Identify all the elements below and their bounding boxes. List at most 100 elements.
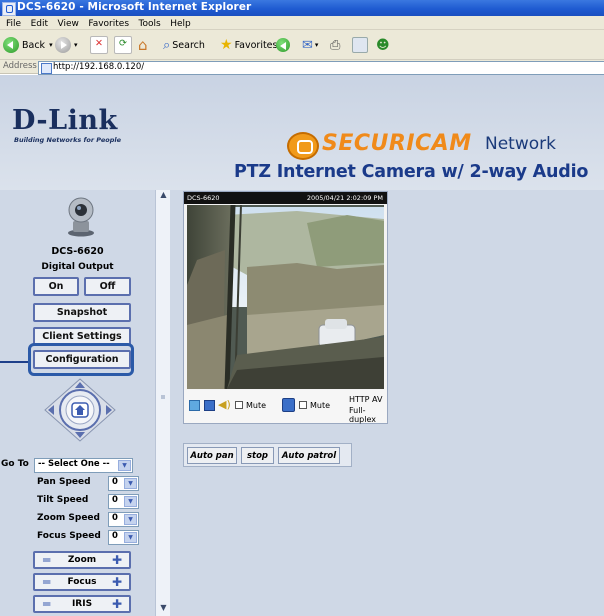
window-title-bar: DCS-6620 - Microsoft Internet Explorer xyxy=(0,0,604,16)
video-overlay-bar: DCS-6620 2005/04/21 2:02:09 PM xyxy=(184,192,387,204)
video-control-bar: ◀) Mute Mute HTTP AV Full-duplex xyxy=(184,390,387,424)
mute-microphone-checkbox[interactable] xyxy=(299,401,307,409)
history-button[interactable] xyxy=(276,36,293,54)
home-icon: ⌂ xyxy=(138,36,148,54)
protocol-label: HTTP xyxy=(349,395,370,404)
pan-speed-row: Pan Speed 0 ▼ xyxy=(0,475,155,491)
favorites-button[interactable]: ★ Favorites xyxy=(220,36,277,54)
scroll-down-arrow-icon[interactable]: ▼ xyxy=(158,603,169,614)
mute-speaker-checkbox[interactable] xyxy=(235,401,243,409)
menu-bar: File Edit View Favorites Tools Help xyxy=(0,16,604,30)
stop-x-icon: ✕ xyxy=(90,36,108,54)
star-icon: ★ xyxy=(220,37,233,53)
digital-output-label: Digital Output xyxy=(41,262,114,272)
chevron-down-icon: ▼ xyxy=(118,460,131,471)
menu-file[interactable]: File xyxy=(6,19,21,29)
iris-open-icon[interactable]: ✚ xyxy=(112,597,122,611)
snapshot-view-icon[interactable] xyxy=(204,400,215,411)
focus-far-icon[interactable]: ✚ xyxy=(112,575,122,589)
address-input[interactable]: http://192.168.0.120/ xyxy=(38,61,604,75)
forward-arrow-icon xyxy=(55,37,71,53)
chevron-down-icon: ▼ xyxy=(124,478,137,489)
page-icon xyxy=(41,63,52,74)
edit-button[interactable] xyxy=(352,36,368,54)
mode-label: AV xyxy=(372,395,383,404)
print-button[interactable]: ⎙ xyxy=(330,36,340,54)
microphone-icon[interactable] xyxy=(282,398,295,412)
stop-patrol-button[interactable]: stop xyxy=(241,447,274,464)
mute-microphone-label: Mute xyxy=(310,401,331,410)
home-position-icon[interactable] xyxy=(71,402,89,418)
speaker-icon: ◀) xyxy=(218,398,231,411)
focus-speed-select[interactable]: 0 ▼ xyxy=(108,530,139,545)
chevron-down-icon: ▼ xyxy=(124,496,137,507)
menu-tools[interactable]: Tools xyxy=(139,19,161,29)
goto-row: Go To -- Select One -- ▼ xyxy=(0,457,155,473)
tilt-speed-row: Tilt Speed 0 ▼ xyxy=(0,493,155,509)
ptz-direction-pad[interactable] xyxy=(44,378,116,442)
back-button[interactable]: Back ▾ xyxy=(3,36,53,54)
menu-favorites[interactable]: Favorites xyxy=(88,19,129,29)
goto-label: Go To xyxy=(1,459,29,469)
scroll-grip xyxy=(161,395,165,399)
output-off-button[interactable]: Off xyxy=(84,277,131,296)
configuration-button[interactable]: Configuration xyxy=(33,350,131,369)
dlink-logo: D-Link xyxy=(12,105,118,136)
address-bar: Address http://192.168.0.120/ xyxy=(0,60,604,75)
browser-toolbar: Back ▾ ▾ ✕ ⟳ ⌂ ⌕ Search ★ Favorites ✉ ▾ … xyxy=(0,30,604,60)
zoom-view-icon[interactable] xyxy=(189,400,200,411)
product-title: PTZ Internet Camera w/ 2-way Audio xyxy=(234,162,589,182)
video-camera-name: DCS-6620 xyxy=(187,194,220,202)
back-arrow-icon xyxy=(3,37,19,53)
messenger-button[interactable]: ☻ xyxy=(376,36,390,54)
menu-help[interactable]: Help xyxy=(170,19,191,29)
tilt-speed-select[interactable]: 0 ▼ xyxy=(108,494,139,509)
panel-scrollbar[interactable]: ▲ ▼ xyxy=(155,190,170,616)
mute-speaker-label: Mute xyxy=(246,401,267,410)
search-icon: ⌕ xyxy=(163,37,171,53)
output-on-button[interactable]: On xyxy=(33,277,79,296)
address-label: Address xyxy=(3,61,37,71)
stop-button[interactable]: ✕ xyxy=(90,36,108,54)
goto-preset-select[interactable]: -- Select One -- ▼ xyxy=(34,458,133,473)
chevron-down-icon: ▼ xyxy=(124,514,137,525)
menu-view[interactable]: View xyxy=(58,19,79,29)
history-icon xyxy=(276,38,290,52)
forward-button[interactable]: ▾ xyxy=(55,36,78,54)
snapshot-button[interactable]: Snapshot xyxy=(33,303,131,322)
securicam-network-text: Network xyxy=(485,134,556,154)
mail-icon: ✉ xyxy=(302,37,313,53)
auto-patrol-button[interactable]: Auto patrol xyxy=(278,447,340,464)
duplex-label: Full-duplex xyxy=(349,406,376,424)
messenger-icon: ☻ xyxy=(376,37,390,53)
zoom-in-icon[interactable]: ✚ xyxy=(112,553,122,567)
auto-pan-button[interactable]: Auto pan xyxy=(187,447,237,464)
ie-icon xyxy=(2,2,16,16)
patrol-toolbar: Auto pan stop Auto patrol xyxy=(183,443,352,467)
camera-model-label: DCS-6620 xyxy=(51,246,104,257)
home-button[interactable]: ⌂ xyxy=(138,36,148,54)
menu-edit[interactable]: Edit xyxy=(31,19,48,29)
zoom-control: ═ Zoom ✚ xyxy=(33,551,131,569)
iris-control: ═ IRIS ✚ xyxy=(33,595,131,613)
refresh-icon: ⟳ xyxy=(114,36,132,54)
focus-control: ═ Focus ✚ xyxy=(33,573,131,591)
chevron-down-icon: ▼ xyxy=(124,532,137,543)
search-button[interactable]: ⌕ Search xyxy=(163,36,205,54)
edit-icon xyxy=(352,37,368,53)
camera-icon xyxy=(68,197,94,237)
window-title: DCS-6620 - Microsoft Internet Explorer xyxy=(17,1,252,13)
refresh-button[interactable]: ⟳ xyxy=(114,36,132,54)
scroll-up-arrow-icon[interactable]: ▲ xyxy=(158,190,169,201)
print-icon: ⎙ xyxy=(330,37,341,53)
securicam-lock-icon xyxy=(287,132,319,160)
pan-speed-select[interactable]: 0 ▼ xyxy=(108,476,139,491)
focus-speed-row: Focus Speed 0 ▼ xyxy=(0,529,155,545)
mail-button[interactable]: ✉ ▾ xyxy=(302,36,318,54)
video-timestamp: 2005/04/21 2:02:09 PM xyxy=(306,194,383,202)
address-url: http://192.168.0.120/ xyxy=(53,62,145,72)
callout-line xyxy=(0,361,28,363)
securicam-logo: SECURICAM xyxy=(322,131,472,156)
live-video-feed[interactable] xyxy=(187,205,384,389)
zoom-speed-select[interactable]: 0 ▼ xyxy=(108,512,139,527)
